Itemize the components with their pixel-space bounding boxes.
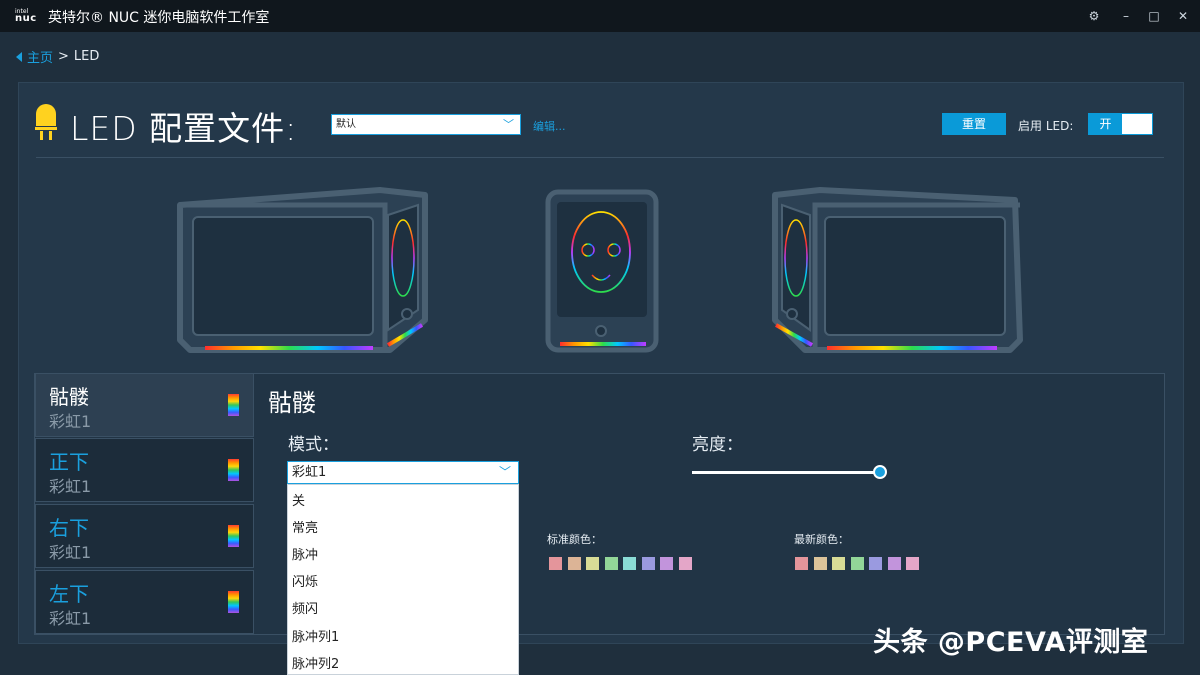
back-arrow-icon[interactable] [16,51,22,62]
zone-item-left-bottom[interactable]: 左下 彩虹1 [35,570,254,634]
brightness-slider-thumb[interactable] [873,465,887,479]
intel-nuc-logo: intel nuc [15,8,39,24]
device-left-view [177,187,428,353]
rainbow-icon [228,459,239,481]
zone-item-skull[interactable]: 骷髅 彩虹1 [35,373,254,437]
recent-colors-label: 最新颜色： [794,533,849,546]
profile-dropdown-value: 默认 [336,119,356,130]
breadcrumb-home-link[interactable]: 主页 [27,47,53,66]
mode-dropdown-list: 关 常亮 脉冲 闪烁 频闪 脉冲列1 脉冲列2 [287,484,519,675]
mode-option[interactable]: 关 [292,490,305,509]
standard-colors-label: 标准颜色： [547,533,602,546]
mode-dropdown-value: 彩虹1 [292,465,327,480]
color-swatch[interactable] [549,557,562,570]
mode-label: 模式： [288,435,339,455]
title-bar: intel nuc 英特尔® NUC 迷你电脑软件工作室 ⚙ – □ ✕ [0,0,1200,32]
color-swatch[interactable] [850,557,864,570]
rainbow-icon [228,394,239,416]
color-swatch[interactable] [832,557,845,570]
gear-icon[interactable]: ⚙ [1086,8,1102,24]
chevron-down-icon: ﹀ [503,118,514,131]
header-divider [36,157,1164,158]
color-swatch[interactable] [678,557,692,570]
color-swatch[interactable] [586,557,599,570]
color-swatch[interactable] [660,557,673,570]
color-swatch[interactable] [795,557,808,570]
color-swatch[interactable] [813,557,827,570]
enable-led-label: 启用 LED: [1018,119,1074,133]
toggle-on-label: 开 [1089,114,1122,134]
device-right-view [772,187,1023,353]
zone-mode: 彩虹1 [49,609,92,628]
zone-item-right-bottom[interactable]: 右下 彩虹1 [35,504,254,568]
chevron-down-icon: ﹀ [498,465,511,479]
zone-mode: 彩虹1 [49,543,92,562]
color-swatch[interactable] [869,557,882,570]
zone-mode: 彩虹1 [49,412,92,431]
color-swatch[interactable] [604,557,618,570]
color-swatch[interactable] [641,557,655,570]
minimize-icon[interactable]: – [1118,8,1134,24]
zone-item-front-bottom[interactable]: 正下 彩虹1 [35,438,254,502]
reset-button[interactable]: 重置 [942,113,1006,135]
brightness-slider-track[interactable] [692,471,880,474]
maximize-icon[interactable]: □ [1146,8,1162,24]
mode-option[interactable]: 脉冲列2 [292,653,339,672]
mode-dropdown[interactable]: 彩虹1 ﹀ [287,461,519,484]
breadcrumb: 主页 > LED [16,47,99,66]
brightness-label: 亮度： [692,435,743,455]
mode-option[interactable]: 闪烁 [292,571,318,590]
led-bulb-icon [35,104,57,140]
mode-option[interactable]: 常亮 [292,517,318,536]
mode-option[interactable]: 频闪 [292,598,318,617]
color-swatch[interactable] [623,557,636,570]
logo-line2: nuc [15,13,37,24]
zone-name: 左下 [49,582,89,606]
zone-name: 正下 [49,450,89,474]
zone-name: 右下 [49,516,89,540]
device-middle-view [545,189,659,353]
zone-name: 骷髅 [49,385,89,409]
zone-mode: 彩虹1 [49,477,92,496]
watermark: 头条 @PCEVA评测室 [873,627,1149,658]
page-title: LED 配置文件: [70,109,298,148]
enable-led-toggle[interactable]: 开 [1088,113,1153,135]
color-swatch[interactable] [906,557,919,570]
breadcrumb-separator: > [58,49,69,64]
mode-option[interactable]: 脉冲列1 [292,626,339,645]
zone-detail-title: 骷髅 [268,389,316,417]
color-swatch[interactable] [567,557,581,570]
rainbow-icon [228,525,239,547]
nuc-device-illustration [177,187,1023,353]
app-title: 英特尔® NUC 迷你电脑软件工作室 [48,10,270,26]
breadcrumb-current: LED [73,49,100,64]
mode-option[interactable]: 脉冲 [292,544,318,563]
close-icon[interactable]: ✕ [1175,8,1191,24]
profile-dropdown[interactable]: 默认 ﹀ [331,114,521,135]
edit-profile-link[interactable]: 编辑... [533,118,566,134]
color-swatch[interactable] [887,557,901,570]
rainbow-icon [228,591,239,613]
